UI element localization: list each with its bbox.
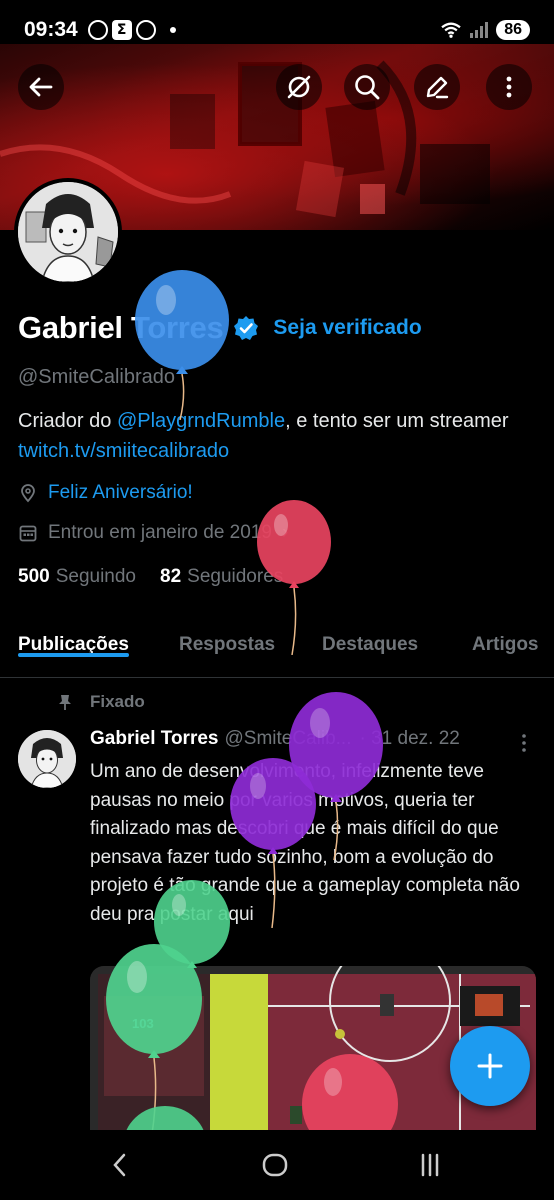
nav-home-button[interactable] [255,1150,295,1180]
nav-home-icon [262,1153,288,1177]
plus-icon [477,1053,503,1079]
profile-bio: Criador do @PlaygrndRumble, e tento ser … [18,406,538,466]
post-avatar[interactable] [18,730,76,788]
more-vertical-icon [506,76,512,98]
post-more-icon[interactable] [516,732,532,754]
notification-icons: Σ [87,20,176,40]
whatsapp-icon [135,20,156,40]
nav-back-button[interactable] [100,1150,140,1180]
nav-back-icon [113,1153,126,1177]
balloon-purple-small [230,758,316,928]
location-pin-icon [21,484,35,503]
whatsapp-icon [87,20,108,40]
pinned-label: Fixado [90,692,145,711]
following-link[interactable]: 500 Seguindo [18,566,136,588]
sigma-app-icon: Σ [111,20,132,40]
grok-button[interactable] [276,64,322,110]
balloon-blue [135,270,229,420]
calendar-icon [19,525,37,542]
pin-icon [59,695,71,710]
followers-count: 82 [160,566,182,587]
nav-recents-icon [421,1153,439,1177]
birthday-link[interactable]: Feliz Aniversário! [48,482,193,504]
back-button[interactable] [18,64,64,110]
balloon-red [257,500,331,655]
system-nav-bar [0,1130,554,1200]
verified-badge-icon[interactable] [233,315,259,341]
tab-publicacoes[interactable]: Publicações [18,620,129,657]
follow-counts: 500 Seguindo 82 Seguidores [18,566,283,588]
bio-text: Criador do [18,410,117,432]
joined-date: Entrou em janeiro de 2019 [48,522,272,543]
grok-icon [287,75,311,99]
edit-icon [426,76,449,99]
balloon-red-bottom [302,1054,398,1132]
tab-artigos[interactable]: Artigos [472,620,539,656]
birthday-row: Feliz Aniversário! [18,482,193,504]
post-avatar-image [18,730,76,788]
following-count: 500 [18,566,50,587]
back-arrow-icon [29,77,53,97]
joined-row: Entrou em janeiro de 2019 › [18,522,288,544]
bio-url-link[interactable]: twitch.tv/smiitecalibrado [18,440,229,462]
more-notifications-icon [169,27,176,33]
post-author-name[interactable]: Gabriel Torres [90,728,218,750]
battery-indicator: 86 [496,20,530,40]
search-icon [355,75,380,100]
signal-icon [470,22,489,38]
status-time: 09:34 [24,18,78,41]
bio-text: , e tento ser um streamer [285,410,509,432]
profile-top-bar [0,64,554,110]
edit-button[interactable] [414,64,460,110]
avatar[interactable] [14,178,122,286]
nav-recents-button[interactable] [410,1150,450,1180]
pinned-indicator: Fixado [56,692,145,712]
wifi-icon [441,22,461,38]
avatar-image [18,182,118,282]
following-label: Seguindo [55,566,136,587]
more-button[interactable] [486,64,532,110]
compose-post-button[interactable] [450,1026,530,1106]
search-button[interactable] [344,64,390,110]
tab-destaques[interactable]: Destaques [322,620,418,656]
get-verified-link[interactable]: Seja verificado [273,316,421,340]
